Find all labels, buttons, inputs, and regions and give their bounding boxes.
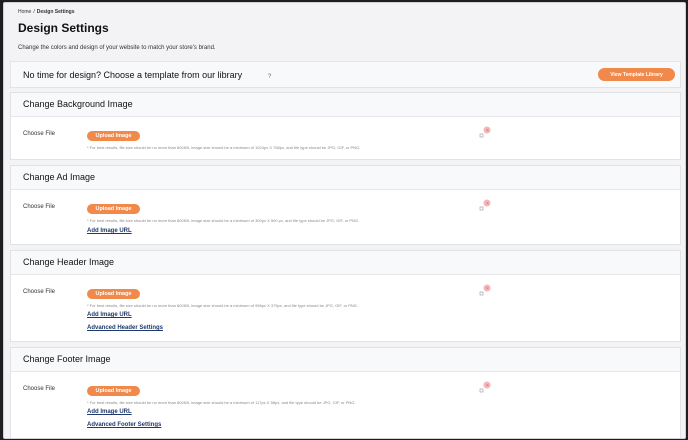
advanced-footer-settings-link[interactable]: Advanced Footer Settings [87,422,161,428]
upload-image-button[interactable]: Upload Image [87,204,140,214]
upload-hint: * For best results, file size should be … [87,218,360,223]
question-icon[interactable]: ? [268,74,271,80]
section-title: Change Header Image [23,257,115,267]
section-header: Change Footer Image [11,348,680,372]
choose-file-label: Choose File [23,386,56,392]
section-title: Change Footer Image [23,354,111,364]
page-title: Design Settings [18,21,109,35]
svg-text:×: × [486,383,489,388]
section-header: Change Header Image [11,251,680,275]
breadcrumb-home[interactable]: Home [18,9,31,15]
svg-text:×: × [486,201,489,206]
section-title: Change Background Image [23,99,133,109]
add-image-url-link[interactable]: Add Image URL [87,409,132,415]
section-ad-image: Change Ad Image Choose File Upload Image… [10,165,681,245]
svg-text:×: × [486,286,489,291]
broken-image-icon: × [479,284,491,296]
svg-text:×: × [486,128,489,133]
upload-hint: * For best results, file size should be … [87,400,356,405]
broken-image-icon: × [479,199,491,211]
broken-image-icon: × [479,381,491,393]
section-title: Change Ad Image [23,172,96,182]
choose-file-label: Choose File [23,131,56,137]
upload-image-button[interactable]: Upload Image [87,386,140,396]
upload-hint: * For best results, file size should be … [87,303,359,308]
upload-image-button[interactable]: Upload Image [87,289,140,299]
page-frame: Home / Design Settings Design Settings Cha… [3,2,686,439]
upload-hint: * For best results, file size should be … [87,145,361,150]
add-image-url-link[interactable]: Add Image URL [87,312,132,318]
page-subtitle: Change the colors and design of your web… [18,45,216,51]
section-background-image: Change Background Image Choose File Uplo… [10,92,681,160]
choose-file-label: Choose File [23,289,56,295]
broken-image-icon: × [479,126,491,138]
advanced-header-settings-link[interactable]: Advanced Header Settings [87,325,163,331]
template-library-banner: No time for design? Choose a template fr… [10,61,681,88]
section-footer-image: Change Footer Image Choose File Upload I… [10,347,681,438]
upload-image-button[interactable]: Upload Image [87,131,140,141]
banner-text: No time for design? Choose a template fr… [23,70,243,80]
breadcrumb-separator: / [33,9,35,15]
section-header: Change Ad Image [11,166,680,190]
section-header: Change Background Image [11,93,680,117]
view-template-library-button[interactable]: View Template Library [598,68,675,81]
choose-file-label: Choose File [23,204,56,210]
breadcrumb-current: Design Settings [36,9,75,15]
section-header-image: Change Header Image Choose File Upload I… [10,250,681,342]
add-image-url-link[interactable]: Add Image URL [87,228,132,234]
breadcrumb: Home / Design Settings [18,9,75,15]
